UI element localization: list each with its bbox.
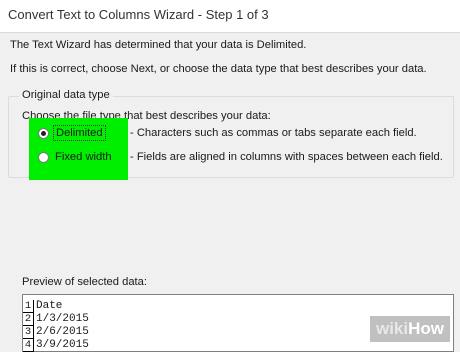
wizard-description: The Text Wizard has determined that your… xyxy=(10,39,307,51)
row-text: 3/9/2015 xyxy=(36,339,89,351)
watermark-wiki: wiki xyxy=(375,319,409,338)
row-text: 2/6/2015 xyxy=(36,326,89,338)
preview-row: 2 1/3/2015 xyxy=(23,313,89,326)
watermark-how: How xyxy=(408,319,444,338)
preview-label: Preview of selected data: xyxy=(22,276,147,288)
row-number: 2 xyxy=(23,313,34,326)
window-title: Convert Text to Columns Wizard - Step 1 … xyxy=(8,7,269,22)
row-text: 1/3/2015 xyxy=(36,313,89,325)
row-text: Date xyxy=(36,300,63,312)
row-number: 4 xyxy=(23,339,34,352)
fixed-width-option[interactable]: Fixed width xyxy=(38,147,114,167)
row-number: 1 xyxy=(23,300,34,313)
group-legend: Original data type xyxy=(19,89,113,101)
title-bar: Convert Text to Columns Wizard - Step 1 … xyxy=(0,0,460,33)
fixed-width-label[interactable]: Fixed width xyxy=(53,150,114,164)
delimited-label[interactable]: Delimited xyxy=(53,125,106,141)
preview-row: 3 2/6/2015 xyxy=(23,326,89,339)
row-number: 3 xyxy=(23,326,34,339)
preview-row: 4 3/9/2015 xyxy=(23,339,89,352)
delimited-radio[interactable] xyxy=(38,127,49,139)
delimited-hint: - Characters such as commas or tabs sepa… xyxy=(130,127,417,139)
fixed-width-hint: - Fields are aligned in columns with spa… xyxy=(130,151,443,163)
delimited-option[interactable]: Delimited xyxy=(38,123,106,143)
wikihow-watermark: wiki How xyxy=(369,316,450,342)
wizard-instruction: If this is correct, choose Next, or choo… xyxy=(10,63,427,75)
fixed-width-radio[interactable] xyxy=(38,151,49,163)
preview-row: 1 Date xyxy=(23,300,62,313)
